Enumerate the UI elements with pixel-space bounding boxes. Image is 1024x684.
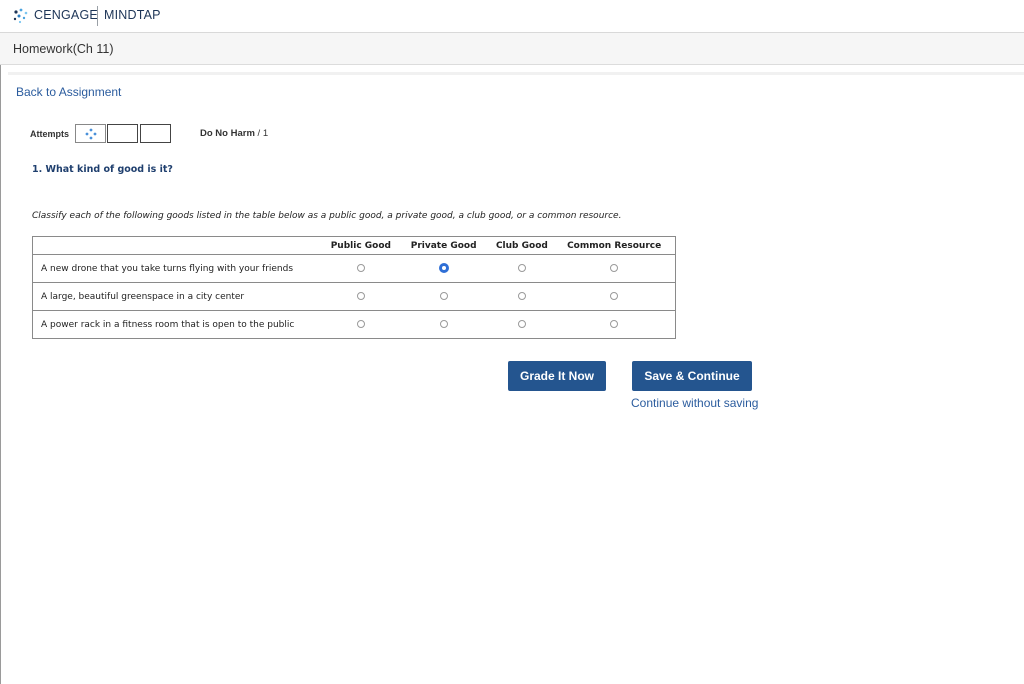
question-instructions: Classify each of the following goods lis… — [32, 211, 622, 221]
radio-cell — [553, 254, 676, 283]
table-row: A power rack in a fitness room that is o… — [32, 310, 676, 339]
question-heading: 1. What kind of good is it? — [32, 164, 173, 175]
window-edge — [0, 0, 1, 684]
radio-button[interactable] — [356, 264, 365, 272]
title-bar: Homework(Ch 11) — [0, 33, 1024, 65]
brand-name: CENGAGE — [34, 8, 98, 22]
attempt-box-3 — [140, 124, 171, 143]
radio-cell — [324, 254, 397, 283]
radio-button[interactable] — [610, 320, 619, 328]
radio-cell — [490, 282, 554, 311]
radio-button[interactable] — [439, 320, 448, 328]
product-name: MINDTAP — [104, 8, 161, 22]
radio-cell — [324, 310, 397, 339]
radio-cell — [396, 254, 491, 283]
good-item-label: A power rack in a fitness room that is o… — [32, 310, 325, 339]
radio-button[interactable] — [517, 264, 526, 272]
column-header: Public Good — [324, 236, 397, 255]
table-row: A new drone that you take turns flying w… — [32, 254, 676, 283]
radio-cell — [553, 282, 676, 311]
column-header: Club Good — [490, 236, 554, 255]
top-bar: CENGAGE MINDTAP — [0, 0, 1024, 33]
radio-cell — [490, 254, 554, 283]
table-row: A large, beautiful greenspace in a city … — [32, 282, 676, 311]
radio-cell — [553, 310, 676, 339]
radio-cell — [490, 310, 554, 339]
grade-label: Do No Harm / 1 — [200, 128, 268, 139]
radio-button[interactable] — [356, 320, 365, 328]
page-title: Homework(Ch 11) — [13, 42, 114, 56]
back-to-assignment-link[interactable]: Back to Assignment — [16, 85, 121, 99]
radio-cell — [324, 282, 397, 311]
attempt-box-1 — [75, 124, 106, 143]
radio-button[interactable] — [438, 263, 449, 274]
divider — [8, 72, 1024, 75]
attempt-box-2 — [107, 124, 138, 143]
save-and-continue-button[interactable]: Save & Continue — [632, 361, 752, 391]
column-header: Private Good — [396, 236, 491, 255]
radio-cell — [396, 282, 491, 311]
good-item-label: A large, beautiful greenspace in a city … — [32, 282, 325, 311]
cengage-logo-icon — [13, 8, 28, 24]
grade-it-now-button[interactable]: Grade It Now — [508, 361, 606, 391]
radio-button[interactable] — [439, 292, 448, 300]
radio-button[interactable] — [610, 264, 619, 272]
brand-divider — [97, 6, 98, 26]
radio-button[interactable] — [610, 292, 619, 300]
continue-without-saving-link[interactable]: Continue without saving — [631, 396, 758, 410]
radio-button[interactable] — [517, 292, 526, 300]
grade-points: / 1 — [254, 128, 269, 139]
in-progress-icon — [85, 128, 97, 140]
good-item-label: A new drone that you take turns flying w… — [32, 254, 325, 283]
attempts-label: Attempts — [30, 129, 70, 139]
table-header-row: Public Good Private Good Club Good Commo… — [32, 236, 676, 255]
radio-button[interactable] — [356, 292, 365, 300]
item-column-header — [32, 236, 325, 255]
grade-name: Do No Harm — [200, 128, 255, 139]
radio-button[interactable] — [517, 320, 526, 328]
classification-table: Public Good Private Good Club Good Commo… — [32, 236, 676, 339]
radio-cell — [396, 310, 491, 339]
column-header: Common Resource — [553, 236, 676, 255]
